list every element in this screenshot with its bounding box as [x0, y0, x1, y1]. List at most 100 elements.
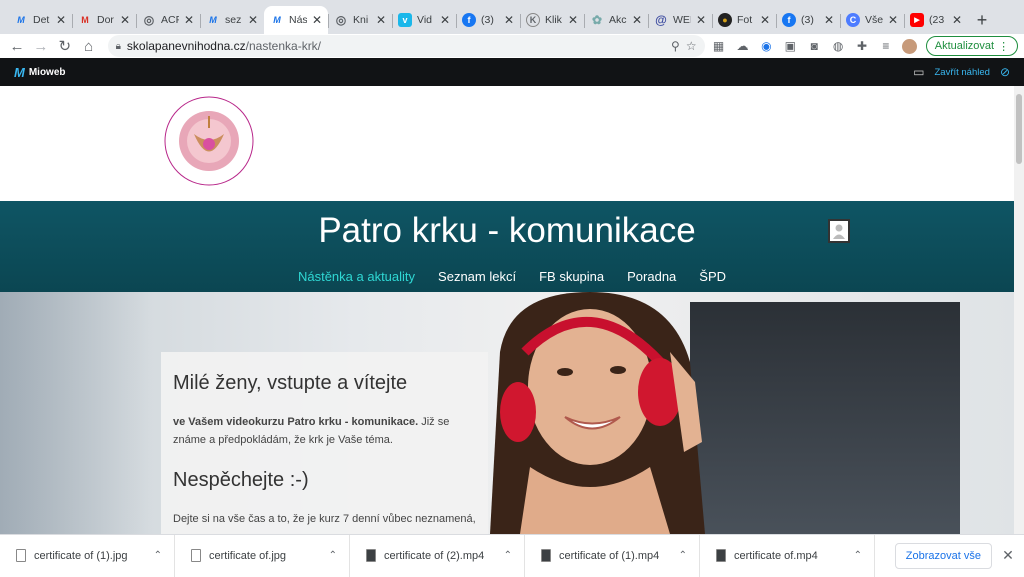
mioweb-icon: M: [14, 64, 25, 80]
extension-icon[interactable]: ◉: [756, 36, 776, 56]
show-all-downloads-button[interactable]: Zobrazovat vše: [894, 542, 992, 569]
cloud-icon[interactable]: ☁: [733, 36, 753, 56]
browser-tab[interactable]: M Dor ✕: [72, 6, 136, 34]
image-file-icon: [16, 549, 26, 562]
mioweb-logo[interactable]: M Mioweb: [14, 65, 66, 80]
avatar[interactable]: [900, 36, 920, 56]
chevron-up-icon[interactable]: ⌃: [679, 550, 687, 561]
download-item[interactable]: certificate of (1).jpg ⌃: [0, 534, 175, 577]
close-icon[interactable]: ✕: [376, 13, 386, 27]
welcome-heading: Milé ženy, vstupte a vítejte: [173, 372, 408, 394]
facebook-icon: f: [462, 13, 476, 27]
browser-tab[interactable]: ✿ Akc ✕: [584, 6, 648, 34]
download-item[interactable]: certificate of (2).mp4 ⌃: [350, 534, 525, 577]
mioweb-admin-bar: M Mioweb ▭ Zavřít náhled ⊘: [0, 58, 1024, 86]
browser-tab[interactable]: M Det ✕: [8, 6, 72, 34]
browser-toolbar: ← → ↻ ⌂ 🔒︎ skolapanevnihodna.cz/nastenka…: [0, 34, 1024, 58]
close-icon[interactable]: ✕: [184, 13, 194, 27]
close-icon[interactable]: ✕: [120, 13, 130, 27]
back-button[interactable]: ←: [6, 35, 28, 57]
nav-item-seznam-lekci[interactable]: Seznam lekcí: [438, 269, 516, 284]
browser-tab[interactable]: ◎ Kni ✕: [328, 6, 392, 34]
reload-button[interactable]: ↻: [54, 35, 76, 57]
web-icon: @: [655, 13, 667, 27]
close-icon[interactable]: ✕: [824, 13, 834, 27]
header-band: Patro krku - komunikace Nástěnka a aktua…: [0, 201, 1014, 292]
scrollbar[interactable]: [1014, 86, 1024, 534]
close-icon[interactable]: ✕: [248, 13, 258, 27]
close-icon[interactable]: ✕: [312, 13, 322, 27]
close-icon[interactable]: ✕: [952, 13, 962, 27]
camera-icon[interactable]: ◙: [804, 36, 824, 56]
school-logo[interactable]: [162, 94, 256, 188]
close-icon[interactable]: ✕: [56, 13, 66, 27]
browser-tab[interactable]: ● Fot ✕: [712, 6, 776, 34]
eye-off-icon[interactable]: ⊘: [1000, 65, 1010, 79]
close-icon[interactable]: ✕: [504, 13, 514, 27]
browser-tab[interactable]: K Klik ✕: [520, 6, 584, 34]
url-text[interactable]: skolapanevnihodna.cz/nastenka-krk/: [127, 39, 665, 53]
forward-button[interactable]: →: [30, 35, 52, 57]
close-icon[interactable]: ✕: [696, 13, 706, 27]
nav-item-spd[interactable]: ŠPD: [699, 269, 726, 284]
close-preview-link[interactable]: Zavřít náhled: [934, 67, 989, 78]
close-icon[interactable]: ✕: [888, 13, 898, 27]
browser-tab[interactable]: @ WEI ✕: [648, 6, 712, 34]
download-item[interactable]: certificate of.jpg ⌃: [175, 534, 350, 577]
close-icon[interactable]: ✕: [998, 547, 1018, 564]
close-icon[interactable]: ✕: [440, 13, 450, 27]
monitor-icon[interactable]: ▭: [913, 65, 924, 79]
extension-icon[interactable]: ▦: [709, 36, 729, 56]
chevron-up-icon[interactable]: ⌃: [504, 550, 512, 561]
hero-banner: Milé ženy, vstupte a vítejte ve Vašem vi…: [0, 292, 1014, 534]
browser-tab[interactable]: Msez ✕: [200, 6, 264, 34]
user-avatar-icon[interactable]: [828, 219, 850, 243]
browser-tabstrip: M Det ✕ M Dor ✕ ◎ ACF ✕ Msez ✕ M Nás ✕ ◎ Kni ✕ v Vid…: [0, 0, 1024, 34]
download-item[interactable]: certificate of.mp4 ⌃: [700, 534, 875, 577]
reading-list-icon[interactable]: ≡: [876, 36, 896, 56]
download-item[interactable]: certificate of (1).mp4 ⌃: [525, 534, 700, 577]
browser-tab[interactable]: C Vše ✕: [840, 6, 904, 34]
address-bar[interactable]: 🔒︎ skolapanevnihodna.cz/nastenka-krk/ ⚲ …: [107, 35, 705, 57]
nav-item-poradna[interactable]: Poradna: [627, 269, 676, 284]
browser-tab[interactable]: v Vid ✕: [392, 6, 456, 34]
mioweb-icon: M: [273, 15, 281, 25]
browser-tab[interactable]: ◎ ACF ✕: [136, 6, 200, 34]
youtube-icon: ▶: [910, 13, 924, 27]
puzzle-icon[interactable]: ✚: [852, 36, 872, 56]
home-button[interactable]: ⌂: [78, 35, 100, 57]
gmail-icon: M: [81, 15, 89, 25]
image-file-icon: [191, 549, 201, 562]
scrollbar-thumb[interactable]: [1016, 94, 1022, 164]
browser-tab[interactable]: f (3) ✕: [776, 6, 840, 34]
mioweb-icon: M: [17, 15, 25, 25]
update-button[interactable]: Aktualizovat ⋮: [925, 36, 1019, 56]
globe-icon: ◎: [335, 13, 347, 27]
chevron-up-icon[interactable]: ⌃: [154, 550, 162, 561]
logo-area: [0, 86, 1014, 201]
close-icon[interactable]: ✕: [632, 13, 642, 27]
browser-tab[interactable]: ▶ (23 ✕: [904, 6, 968, 34]
mioweb-icon: M: [209, 15, 217, 25]
main-nav: Nástěnka a aktuality Seznam lekcí FB sku…: [0, 269, 1014, 284]
bookmark-star-icon[interactable]: ☆: [686, 39, 697, 53]
close-icon[interactable]: ✕: [568, 13, 578, 27]
facebook-ext-icon[interactable]: ▣: [780, 36, 800, 56]
chevron-up-icon[interactable]: ⌃: [329, 550, 337, 561]
lock-icon: 🔒︎: [115, 40, 121, 52]
browser-tab[interactable]: f (3) ✕: [456, 6, 520, 34]
browser-tab-active[interactable]: M Nás ✕: [264, 6, 328, 34]
menu-dots-icon: ⋮: [998, 40, 1010, 53]
photo-icon: ●: [718, 13, 732, 27]
extension-badge-icon[interactable]: ◍: [828, 36, 848, 56]
zoom-icon[interactable]: ⚲: [671, 39, 680, 53]
nav-item-fb-skupina[interactable]: FB skupina: [539, 269, 604, 284]
downloads-bar: certificate of (1).jpg ⌃ certificate of.j…: [0, 534, 1024, 577]
new-tab-button[interactable]: +: [968, 6, 996, 34]
chevron-up-icon[interactable]: ⌃: [854, 550, 862, 561]
nav-item-nastenka[interactable]: Nástěnka a aktuality: [298, 269, 415, 284]
close-icon[interactable]: ✕: [760, 13, 770, 27]
globe-icon: ✿: [591, 13, 603, 27]
subheading: Nespěchejte :-): [173, 469, 309, 491]
video-file-icon: [541, 549, 551, 562]
